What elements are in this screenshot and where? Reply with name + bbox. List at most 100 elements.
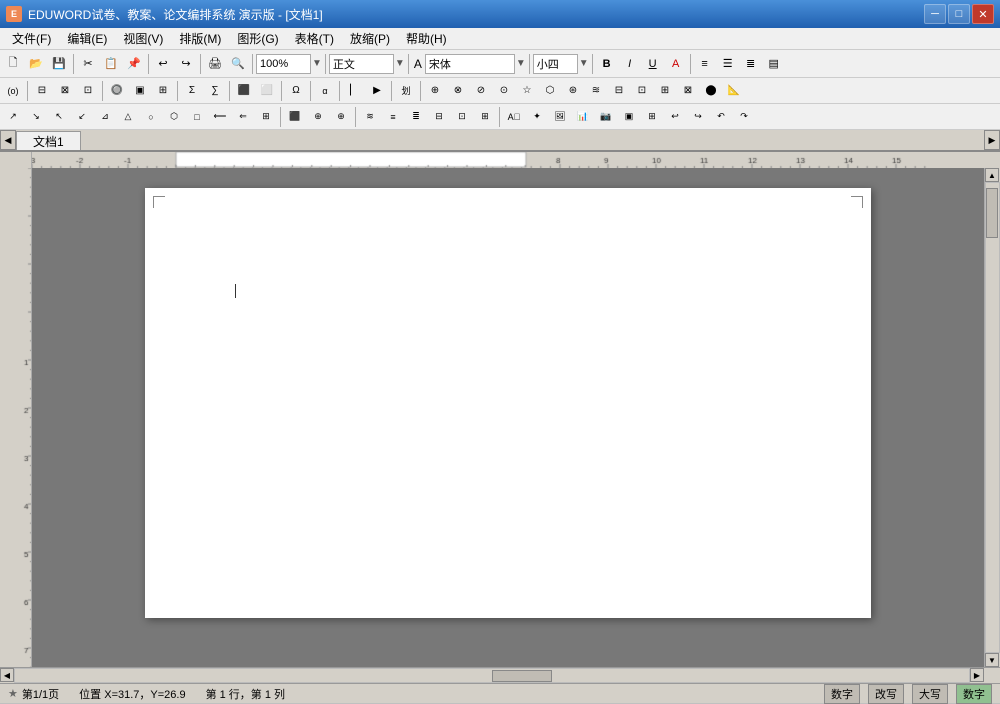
menu-edit[interactable]: 编辑(E) (59, 28, 115, 49)
btn-align-left[interactable]: ≡ (694, 53, 716, 75)
btn-italic[interactable]: I (619, 53, 641, 75)
tb3-09[interactable]: □ (186, 106, 208, 128)
tb3-30[interactable]: ↪ (687, 106, 709, 128)
tb3-08[interactable]: ⬡ (163, 106, 185, 128)
tb3-11[interactable]: ⇐ (232, 106, 254, 128)
tb3-01[interactable]: ↗ (2, 106, 24, 128)
tb2-15[interactable]: ▶ (366, 80, 388, 102)
status-mode-number[interactable]: 数字 (824, 684, 860, 704)
tb2-28[interactable]: ⊠ (677, 80, 699, 102)
btn-redo[interactable]: ↪ (175, 53, 197, 75)
tb3-27[interactable]: ▣ (618, 106, 640, 128)
menu-graphics[interactable]: 图形(G) (229, 28, 286, 49)
tb2-18[interactable]: ⊗ (447, 80, 469, 102)
tb2-01[interactable]: (ο) (2, 80, 24, 102)
tb3-29[interactable]: ↩ (664, 106, 686, 128)
tb3-28[interactable]: ⊞ (641, 106, 663, 128)
status-mode-overwrite[interactable]: 改写 (868, 684, 904, 704)
tb3-26[interactable]: 📷 (595, 106, 617, 128)
tb3-14[interactable]: ⊕ (307, 106, 329, 128)
tb3-13[interactable]: ⬛ (284, 106, 306, 128)
tb2-19[interactable]: ⊘ (470, 80, 492, 102)
tb3-04[interactable]: ↙ (71, 106, 93, 128)
text-cursor-area[interactable] (235, 283, 236, 298)
vscroll-thumb[interactable] (986, 188, 998, 238)
tb2-21[interactable]: ☆ (516, 80, 538, 102)
tb3-02[interactable]: ↘ (25, 106, 47, 128)
menu-file[interactable]: 文件(F) (4, 28, 59, 49)
tb2-09[interactable]: ∑ (204, 80, 226, 102)
tb2-14[interactable]: ▏ (343, 80, 365, 102)
tb3-32[interactable]: ↷ (733, 106, 755, 128)
tb2-02[interactable]: ⊟ (31, 80, 53, 102)
btn-print[interactable]: 🖨 (204, 53, 226, 75)
close-button[interactable]: ✕ (972, 4, 994, 24)
tb3-12[interactable]: ⊞ (255, 106, 277, 128)
zoom-input[interactable] (256, 54, 311, 74)
vscroll-down-btn[interactable]: ▼ (985, 653, 999, 667)
vertical-scrollbar[interactable]: ▲ ▼ (984, 168, 1000, 667)
status-mode-caps[interactable]: 大写 (912, 684, 948, 704)
style-input[interactable] (329, 54, 394, 74)
tb2-29[interactable]: ⬤ (700, 80, 722, 102)
tb3-17[interactable]: ≡ (382, 106, 404, 128)
restore-button[interactable]: □ (948, 4, 970, 24)
minimize-button[interactable]: ─ (924, 4, 946, 24)
tab-nav-left[interactable]: ◀ (0, 130, 16, 150)
tb2-11[interactable]: ⬜ (256, 80, 278, 102)
tab-nav-right[interactable]: ▶ (984, 130, 1000, 150)
btn-cut[interactable]: ✂ (77, 53, 99, 75)
tb2-25[interactable]: ⊟ (608, 80, 630, 102)
horizontal-scrollbar[interactable]: ◀ ▶ (0, 667, 1000, 683)
tb3-16[interactable]: ≋ (359, 106, 381, 128)
tb3-31[interactable]: ↶ (710, 106, 732, 128)
tb2-23[interactable]: ⊛ (562, 80, 584, 102)
tb3-15[interactable]: ⊕ (330, 106, 352, 128)
tb3-21[interactable]: ⊞ (474, 106, 496, 128)
tb3-05[interactable]: ⊿ (94, 106, 116, 128)
tb3-06[interactable]: △ (117, 106, 139, 128)
tb3-23[interactable]: ✦ (526, 106, 548, 128)
style-arrow[interactable]: ▼ (395, 58, 405, 69)
tb2-07[interactable]: ⊞ (152, 80, 174, 102)
tb3-22[interactable]: A⃝ (503, 106, 525, 128)
btn-font-color[interactable]: A (665, 53, 687, 75)
tb2-08[interactable]: Σ (181, 80, 203, 102)
vscroll-up-btn[interactable]: ▲ (985, 168, 999, 182)
hscroll-thumb[interactable] (492, 670, 552, 682)
tb2-03[interactable]: ⊠ (54, 80, 76, 102)
tb2-26[interactable]: ⊡ (631, 80, 653, 102)
status-mode-num[interactable]: 数字 (956, 684, 992, 704)
document-page[interactable] (145, 188, 871, 618)
btn-paste[interactable]: 📌 (123, 53, 145, 75)
btn-new[interactable]: 🗋 (2, 53, 24, 75)
tb3-07[interactable]: ○ (140, 106, 162, 128)
zoom-arrow[interactable]: ▼ (312, 58, 322, 69)
btn-undo[interactable]: ↩ (152, 53, 174, 75)
btn-bold[interactable]: B (596, 53, 618, 75)
tb3-19[interactable]: ⊟ (428, 106, 450, 128)
btn-underline[interactable]: U (642, 53, 664, 75)
hscroll-left-btn[interactable]: ◀ (0, 668, 14, 682)
btn-align-right[interactable]: ≣ (740, 53, 762, 75)
menu-layout[interactable]: 排版(M) (171, 28, 229, 49)
font-input[interactable] (425, 54, 515, 74)
btn-copy[interactable]: 📋 (100, 53, 122, 75)
size-arrow[interactable]: ▼ (579, 58, 589, 69)
tb2-04[interactable]: ⊡ (77, 80, 99, 102)
tb2-13[interactable]: α (314, 80, 336, 102)
tb3-24[interactable]: 🖼 (549, 106, 571, 128)
tb3-25[interactable]: 📊 (572, 106, 594, 128)
btn-align-center[interactable]: ☰ (717, 53, 739, 75)
tb3-18[interactable]: ≣ (405, 106, 427, 128)
btn-justify[interactable]: ▤ (763, 53, 785, 75)
tb2-06[interactable]: ▣ (129, 80, 151, 102)
tb3-03[interactable]: ↖ (48, 106, 70, 128)
tb2-24[interactable]: ≋ (585, 80, 607, 102)
tb2-30[interactable]: 📐 (723, 80, 745, 102)
btn-preview[interactable]: 🔍 (227, 53, 249, 75)
btn-open[interactable]: 📂 (25, 53, 47, 75)
tab-doc1[interactable]: 文档1 (16, 131, 81, 150)
tb2-05[interactable]: 🔘 (106, 80, 128, 102)
menu-view[interactable]: 视图(V) (115, 28, 171, 49)
